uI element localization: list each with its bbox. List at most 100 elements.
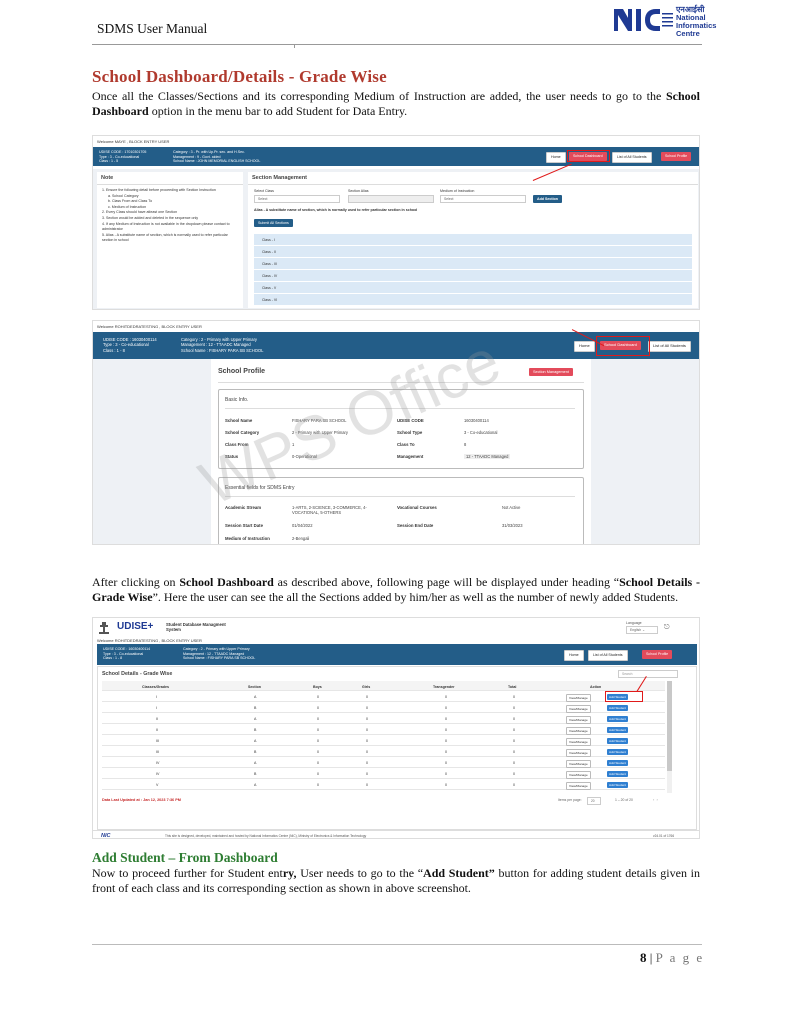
field-label: Medium of Instruction (225, 536, 270, 541)
view-manage-button[interactable]: View/Manage (566, 748, 591, 757)
table-scrollbar[interactable] (667, 681, 672, 793)
view-manage-button[interactable]: View/Manage (566, 781, 591, 790)
list-students-button[interactable]: List of All Students (612, 152, 652, 163)
nic-logo-icon (614, 9, 673, 31)
footer-divider (92, 944, 702, 945)
add-student-button[interactable]: Add Student (607, 781, 629, 788)
class-row[interactable]: Class - III (254, 258, 692, 270)
class-row[interactable]: Class - VI (254, 294, 692, 306)
pagination-arrows[interactable]: ‹ › (653, 797, 658, 802)
field-value: 1-ARTS, 2-SCIENCE, 3-COMMERCE, 4-VOCATIO… (292, 505, 367, 516)
section-heading: School Dashboard/Details - Grade Wise (92, 67, 387, 86)
highlight-box (596, 336, 650, 356)
highlight-box (567, 150, 610, 162)
note-item: 4. If any Medium of Instruction is not a… (102, 221, 230, 232)
grade-wise-panel: School Details - Grade Wise Search Class… (97, 666, 697, 830)
field-label: Session End Date (397, 523, 434, 528)
view-manage-button[interactable]: View/Manage (566, 759, 591, 768)
add-student-button[interactable]: Add Student (607, 715, 629, 722)
school-info-bar: UDISE CODE : 16030400114 Type : 3 - Co-ed… (93, 332, 699, 359)
field-value: 16030400114 (464, 418, 489, 423)
view-manage-button[interactable]: View/Manage (566, 693, 591, 702)
intro-paragraph: Once all the Classes/Sections and its co… (92, 89, 700, 118)
school-profile-button[interactable]: School Profile (642, 650, 673, 659)
add-student-heading: Add Student – From Dashboard (92, 850, 278, 865)
field-value: Not Active (502, 505, 521, 510)
field-value: 31/03/2023 (502, 523, 523, 528)
field-label: Session Start Date (225, 523, 263, 528)
app-subtitle: Student Database Managment System (166, 622, 226, 632)
screenshot-section-management: Welcome MAYE , BLOCK ENTRY USER UDISE CO… (92, 135, 700, 310)
pagination-range: 1 – 20 of 20 (615, 798, 633, 802)
field-label: Class To (397, 442, 415, 447)
add-student-paragraph: Now to proceed further for Student entry… (92, 866, 700, 895)
basic-info-title: Basic Info. (225, 397, 249, 403)
school-info-bar: UDISE CODE : 17010301705 Type : 3 - Co-ed… (93, 147, 699, 166)
note-panel: Note 1. Ensure the following detail befo… (97, 172, 243, 308)
home-button[interactable]: Home (564, 650, 584, 661)
table-row: III A 0 0 0 0 View/Manage Add Student (102, 735, 665, 746)
select-class-dropdown[interactable]: Select (254, 195, 340, 203)
page-number: 8 | P a g e (640, 950, 705, 965)
language-select[interactable]: English ⌄ (626, 626, 658, 634)
table-header: Classes/Grades Section Boys Girls Transg… (102, 681, 665, 691)
field-value: 2-Bengali (292, 536, 310, 541)
header-divider (92, 44, 702, 45)
welcome-text: Welcome ROHITDEDRATESTING , BLOCK ENTRY … (97, 324, 202, 329)
field-label: Vocational Courses (397, 505, 437, 510)
field-label: Management (397, 454, 424, 459)
add-student-button[interactable]: Add Student (607, 759, 629, 766)
content-area: Note 1. Ensure the following detail befo… (93, 169, 699, 309)
language-label: Language (626, 621, 642, 625)
view-manage-button[interactable]: View/Manage (566, 737, 591, 746)
last-updated-text: Data Last Updated at : Jan 12, 2023 7:36… (102, 798, 181, 802)
add-student-button[interactable]: Add Student (607, 704, 629, 711)
highlight-box (605, 691, 643, 702)
field-label: School Name (225, 418, 253, 423)
section-management-button[interactable]: Section Management (529, 368, 573, 376)
school-info-bar: UDISE CODE : 16030400114 Type : 3 - Co-ed… (97, 644, 697, 665)
section-alias-label: Section Alias (348, 189, 369, 193)
table-row: VA0000 View/Manage Add Student (102, 779, 665, 790)
submit-sections-button[interactable]: Submit All Sections (254, 219, 293, 227)
items-per-page-label: Items per page: (558, 798, 582, 802)
view-manage-button[interactable]: View/Manage (566, 704, 591, 713)
medium-dropdown[interactable]: Select (440, 195, 526, 203)
welcome-text: Welcome MAYE , BLOCK ENTRY USER (97, 139, 170, 144)
field-value: 01/04/2022 (292, 523, 313, 528)
table-row: II B 0 0 0 0 View/Manage Add Student (102, 724, 665, 735)
udise-logo: UDISE+ (117, 621, 154, 632)
class-row[interactable]: Class - I (254, 234, 692, 246)
home-button[interactable]: Home (546, 152, 566, 163)
add-student-button[interactable]: Add Student (607, 770, 629, 777)
list-students-button[interactable]: List of All Students (648, 341, 691, 352)
logout-icon[interactable]: ⎋ (664, 624, 670, 632)
add-student-button[interactable]: Add Student (607, 748, 629, 755)
nic-logo: एनआईसी National Informatics Centre (614, 4, 729, 38)
school-profile-button[interactable]: School Profile (661, 152, 692, 161)
nic-footer-logo: NIC (101, 833, 111, 839)
class-row[interactable]: Class - IV (254, 270, 692, 282)
field-value: 12 - TTAADC Managed (464, 454, 511, 459)
site-footer: NIC This site is designed, developed, ma… (93, 830, 699, 839)
add-student-button[interactable]: Add Student (607, 737, 629, 744)
add-student-button[interactable]: Add Student (607, 726, 629, 733)
view-manage-button[interactable]: View/Manage (566, 715, 591, 724)
view-manage-button[interactable]: View/Manage (566, 726, 591, 735)
add-section-button[interactable]: Add Section (533, 195, 562, 203)
section-management-title: Section Management (248, 172, 698, 185)
view-manage-button[interactable]: View/Manage (566, 770, 591, 779)
note-item: 5. Alias - A substitute name of section,… (102, 232, 228, 243)
table-row: IV A 0 0 0 0 View/Manage Add Student (102, 757, 665, 768)
document-title: SDMS User Manual (97, 21, 208, 36)
note-title: Note (97, 172, 243, 185)
search-input[interactable]: Search (618, 670, 678, 678)
section-alias-input[interactable] (348, 195, 434, 203)
class-row[interactable]: Class - V (254, 282, 692, 294)
list-students-button[interactable]: List of All Students (588, 650, 628, 661)
nic-logo-text: एनआईसी National Informatics Centre (676, 5, 717, 38)
class-row[interactable]: Class - II (254, 246, 692, 258)
items-per-page-select[interactable]: 20 (587, 797, 601, 805)
home-button[interactable]: Home (574, 341, 595, 352)
header-tick (294, 44, 295, 48)
